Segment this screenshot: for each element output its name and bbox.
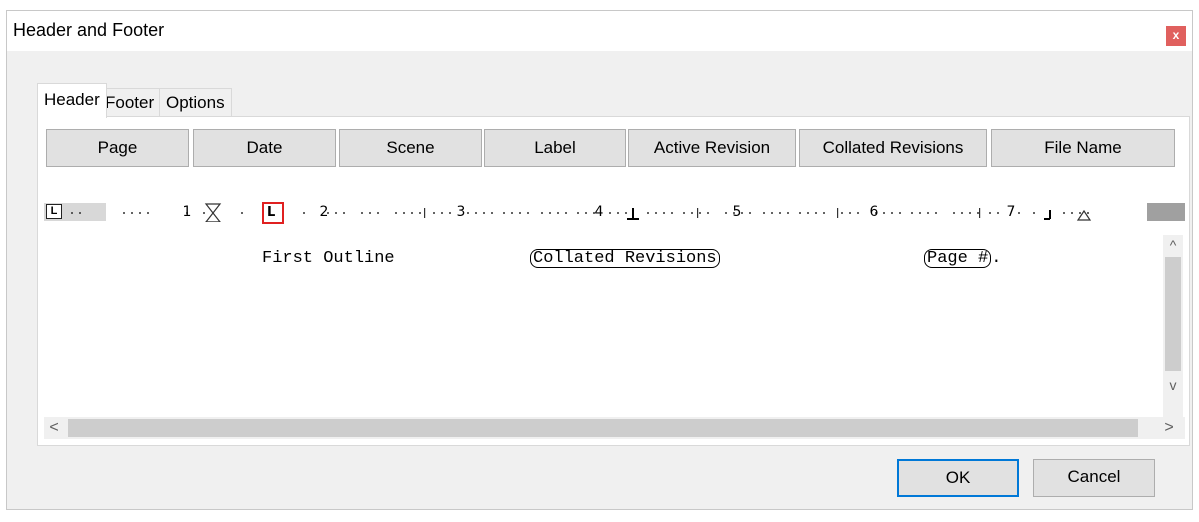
- insert-file-name-button[interactable]: File Name: [991, 129, 1175, 167]
- insert-page-button[interactable]: Page: [46, 129, 189, 167]
- ruler-number-5: 5: [732, 204, 742, 220]
- insert-date-button[interactable]: Date: [193, 129, 336, 167]
- header-footer-dialog: Header and Footer x Header Footer Option…: [6, 10, 1193, 510]
- tab-options[interactable]: Options: [159, 88, 232, 117]
- header-text-editor[interactable]: First Outline Collated Revisions Page #.: [44, 235, 1164, 417]
- selected-left-tab-stop[interactable]: L: [262, 202, 284, 224]
- ruler-margin-right: [1147, 203, 1185, 221]
- left-text: First Outline: [262, 249, 395, 268]
- ruler-number-7: 7: [1006, 204, 1016, 220]
- tab-header[interactable]: Header: [37, 83, 107, 118]
- dialog-title: Header and Footer: [13, 20, 165, 40]
- page-number-token: Page #: [924, 249, 992, 268]
- ruler-number-6: 6: [869, 204, 879, 220]
- ruler-number-1: 1: [182, 204, 192, 220]
- ruler-number-4: 4: [594, 204, 604, 220]
- header-tab-panel: Page Date Scene Label Active Revision Co…: [37, 116, 1190, 446]
- collated-revisions-token: Collated Revisions: [530, 249, 720, 268]
- indent-marker: [204, 203, 222, 222]
- scroll-down-icon[interactable]: v: [1163, 375, 1183, 395]
- insert-collated-revisions-button[interactable]: Collated Revisions: [799, 129, 987, 167]
- tab-footer[interactable]: Footer: [98, 88, 162, 117]
- scroll-up-icon[interactable]: ^: [1163, 235, 1183, 255]
- insert-label-button[interactable]: Label: [484, 129, 626, 167]
- title-bar: Header and Footer x: [7, 11, 1192, 51]
- page-number-field: Page #.: [924, 249, 1001, 268]
- ruler[interactable]: L 1 2 3 4 5 6 7 L: [44, 202, 1185, 224]
- ok-button[interactable]: OK: [897, 459, 1019, 497]
- collated-revisions-field: Collated Revisions: [530, 249, 720, 268]
- horizontal-scrollbar[interactable]: < >: [44, 417, 1185, 439]
- vertical-scrollbar[interactable]: ^ v: [1163, 235, 1183, 417]
- vertical-scroll-thumb[interactable]: [1165, 257, 1181, 371]
- scroll-right-icon[interactable]: >: [1159, 417, 1179, 439]
- insert-scene-button[interactable]: Scene: [339, 129, 482, 167]
- cancel-button[interactable]: Cancel: [1033, 459, 1155, 497]
- scroll-left-icon[interactable]: <: [44, 417, 64, 439]
- horizontal-scroll-thumb[interactable]: [68, 419, 1138, 437]
- page-number-suffix: .: [991, 249, 1002, 268]
- ruler-number-3: 3: [456, 204, 466, 220]
- close-button[interactable]: x: [1166, 26, 1186, 46]
- selected-tab-stop-label: L: [267, 205, 276, 220]
- ruler-number-2: 2: [319, 204, 329, 220]
- insert-active-revision-button[interactable]: Active Revision: [628, 129, 796, 167]
